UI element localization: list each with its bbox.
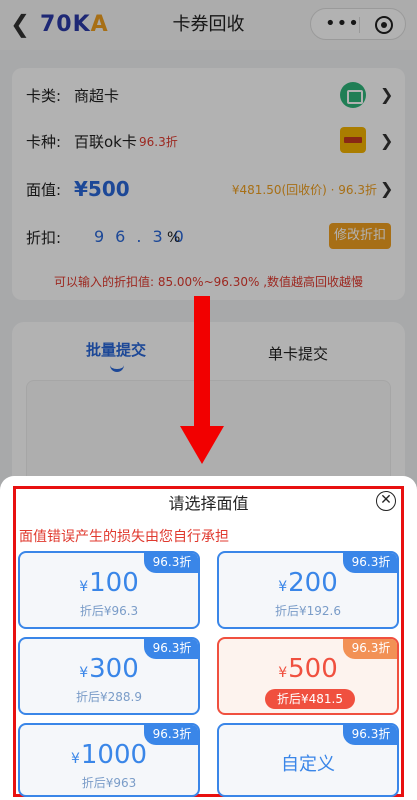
discount-badge: 96.3折 — [343, 725, 397, 745]
close-icon[interactable]: ✕ — [376, 491, 396, 511]
annotation-arrow-head — [180, 426, 224, 464]
face-option-300[interactable]: 96.3折 ¥300 折后¥288.9 — [18, 637, 200, 715]
face-option-200[interactable]: 96.3折 ¥200 折后¥192.6 — [217, 551, 399, 629]
option-after-price: 折后¥481.5 — [265, 689, 355, 709]
option-amount: ¥500 — [278, 654, 338, 684]
option-after-price: 折后¥963 — [81, 776, 137, 790]
option-after-price: 折后¥288.9 — [76, 690, 142, 704]
face-option-500[interactable]: 96.3折 ¥500 折后¥481.5 — [217, 637, 399, 715]
custom-label: 自定义 — [281, 754, 335, 775]
annotation-arrow-shaft — [194, 296, 210, 428]
option-amount: ¥1000 — [70, 740, 148, 770]
option-amount: ¥100 — [79, 568, 139, 598]
face-option-1000[interactable]: 96.3折 ¥1000 折后¥963 — [18, 723, 200, 797]
option-after-price: 折后¥96.3 — [79, 604, 139, 618]
face-option-100[interactable]: 96.3折 ¥100 折后¥96.3 — [18, 551, 200, 629]
option-amount: ¥200 — [278, 568, 338, 598]
option-amount: ¥300 — [79, 654, 139, 684]
loss-warning: 面值错误产生的损失由您自行承担 — [19, 529, 229, 545]
option-after-price: 折后¥192.6 — [275, 604, 341, 618]
face-option-custom[interactable]: 96.3折 自定义 — [217, 723, 399, 797]
sheet-title: 请选择面值 — [168, 494, 249, 513]
